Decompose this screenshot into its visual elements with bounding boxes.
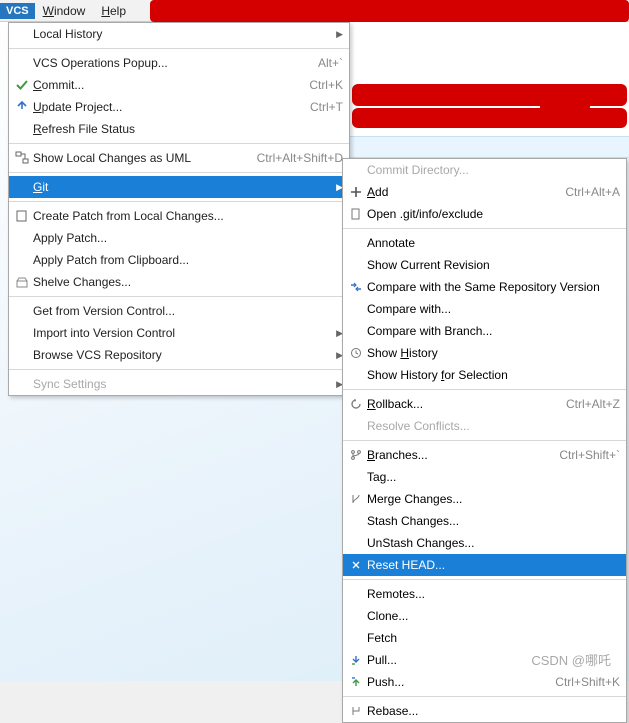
rebase-icon [347,705,365,717]
redaction [540,100,590,110]
menu-separator [9,369,349,370]
reset-icon [347,559,365,571]
shelve-icon [13,275,31,289]
menu-apply-patch[interactable]: Apply Patch... [9,227,349,249]
git-submenu: Commit Directory... AddCtrl+Alt+A Open .… [342,158,627,723]
redaction [150,0,629,22]
menu-separator [343,696,626,697]
git-resolve-conflicts[interactable]: Resolve Conflicts... [343,415,626,437]
git-branches[interactable]: Branches...Ctrl+Shift+` [343,444,626,466]
menu-local-history[interactable]: Local History▶ [9,23,349,45]
git-show-current-revision[interactable]: Show Current Revision [343,254,626,276]
menu-commit[interactable]: Commit...Ctrl+K [9,74,349,96]
git-remotes[interactable]: Remotes... [343,583,626,605]
redaction [352,108,627,128]
git-compare-with-branch[interactable]: Compare with Branch... [343,320,626,342]
git-tag[interactable]: Tag... [343,466,626,488]
git-unstash[interactable]: UnStash Changes... [343,532,626,554]
git-rollback[interactable]: Rollback...Ctrl+Alt+Z [343,393,626,415]
menu-separator [9,296,349,297]
menu-refresh-file-status[interactable]: Refresh File Status [9,118,349,140]
menu-apply-patch-clipboard[interactable]: Apply Patch from Clipboard... [9,249,349,271]
git-stash[interactable]: Stash Changes... [343,510,626,532]
menu-import-into-vc[interactable]: Import into Version Control▶ [9,322,349,344]
pull-icon [347,654,365,666]
branch-icon [347,449,365,461]
menu-shelve-changes[interactable]: Shelve Changes... [9,271,349,293]
git-reset-head[interactable]: Reset HEAD... [343,554,626,576]
plus-icon [347,186,365,198]
update-icon [13,100,31,114]
merge-icon [347,493,365,505]
compare-icon [347,281,365,293]
menu-get-from-vc[interactable]: Get from Version Control... [9,300,349,322]
git-compare-with[interactable]: Compare with... [343,298,626,320]
menubar-window[interactable]: Window [35,1,94,21]
git-show-history-selection[interactable]: Show History for Selection [343,364,626,386]
git-push[interactable]: Push...Ctrl+Shift+K [343,671,626,693]
file-icon [347,208,365,220]
menu-separator [343,440,626,441]
menubar-vcs[interactable]: VCS [0,3,35,19]
menubar: VCS Window Help [0,0,629,22]
uml-icon [13,151,31,165]
git-open-exclude[interactable]: Open .git/info/exclude [343,203,626,225]
git-commit-directory[interactable]: Commit Directory... [343,159,626,181]
menu-browse-vcs-repo[interactable]: Browse VCS Repository▶ [9,344,349,366]
git-show-history[interactable]: Show History [343,342,626,364]
push-icon [347,676,365,688]
menubar-help[interactable]: Help [93,1,134,21]
menu-separator [343,579,626,580]
check-icon [13,78,31,92]
menu-update-project[interactable]: Update Project...Ctrl+T [9,96,349,118]
menu-git[interactable]: Git▶ [9,176,349,198]
vcs-menu: Local History▶ VCS Operations Popup...Al… [8,22,350,396]
menu-separator [343,389,626,390]
git-clone[interactable]: Clone... [343,605,626,627]
menu-separator [343,228,626,229]
rollback-icon [347,398,365,410]
git-rebase[interactable]: Rebase... [343,700,626,722]
menu-separator [9,143,349,144]
menu-sync-settings[interactable]: Sync Settings▶ [9,373,349,395]
clock-icon [347,347,365,359]
git-compare-same-repo[interactable]: Compare with the Same Repository Version [343,276,626,298]
menu-create-patch[interactable]: Create Patch from Local Changes... [9,205,349,227]
git-add[interactable]: AddCtrl+Alt+A [343,181,626,203]
git-fetch[interactable]: Fetch [343,627,626,649]
menu-show-local-changes-uml[interactable]: Show Local Changes as UMLCtrl+Alt+Shift+… [9,147,349,169]
git-merge[interactable]: Merge Changes... [343,488,626,510]
editor-tab-strip [350,136,629,158]
menu-vcs-operations-popup[interactable]: VCS Operations Popup...Alt+` [9,52,349,74]
watermark: CSDN @哪吒 [531,650,611,669]
git-annotate[interactable]: Annotate [343,232,626,254]
patch-icon [13,209,31,223]
menu-separator [9,48,349,49]
menu-separator [9,201,349,202]
menu-separator [9,172,349,173]
